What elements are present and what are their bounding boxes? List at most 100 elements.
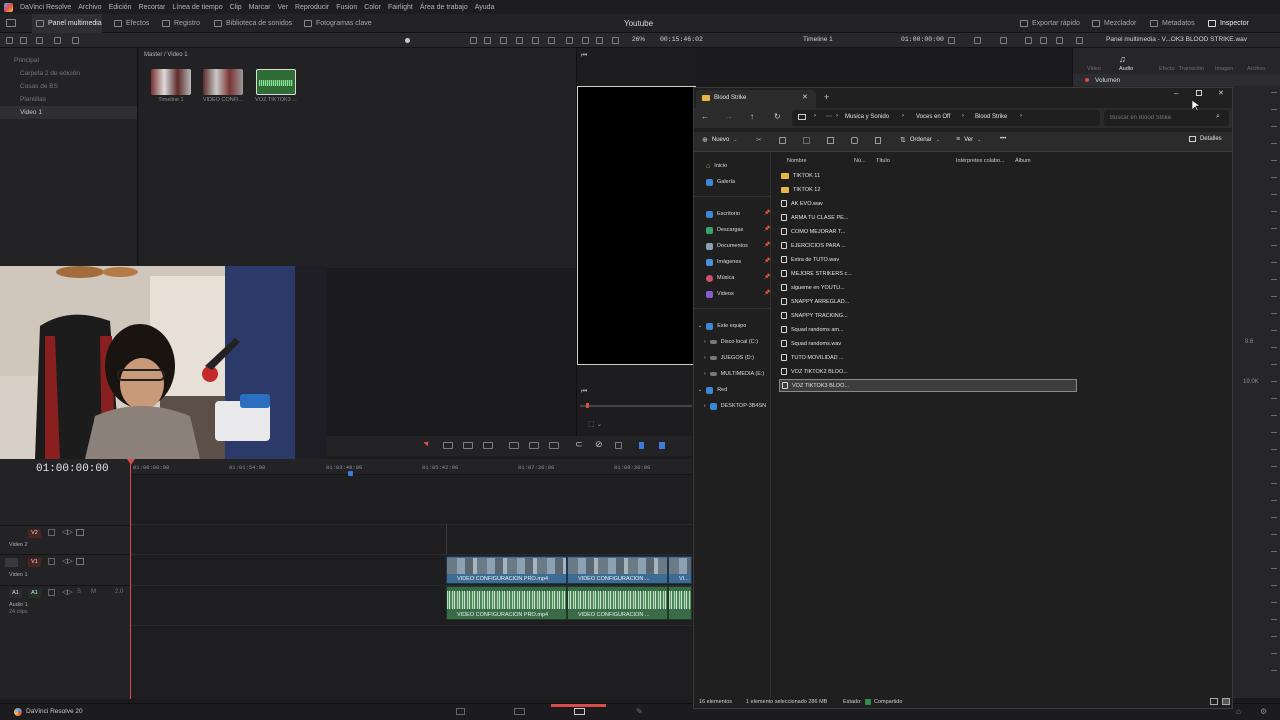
breadcrumb-blood-strike[interactable]: Blood Strike [975,114,1007,120]
link-icon[interactable] [72,37,79,44]
fullscreen-icon[interactable] [1056,37,1063,44]
file-row[interactable]: TUTO MOVILIDAD ... [779,351,1077,364]
audio-meter-icon[interactable] [1000,37,1007,44]
pin-icon[interactable]: 📌 [764,210,770,216]
file-row[interactable]: Squad randoms am... [779,323,1077,336]
video-clip[interactable]: VI... [668,556,692,584]
media-pool-button[interactable]: Panel multimedia [36,14,102,33]
menu-fusion[interactable]: Fusion [336,4,357,11]
viewer-transform-icon[interactable]: ⬚ ⌄ [588,420,602,428]
video-clip[interactable]: VIDEO CONFIGURACION ... [567,556,668,584]
sidebar-item-multimedia-e[interactable]: › MULTIMEDIA (E:) [704,368,764,380]
menu-linea-de-tiempo[interactable]: Línea de tiempo [172,4,222,11]
pin-icon[interactable]: 📌 [764,258,770,264]
tab-transicion[interactable]: Transición [1179,66,1204,72]
back-arrow-icon[interactable]: ← [701,112,709,121]
lock-icon[interactable] [48,589,55,596]
bin-plantillas[interactable]: Plantillas [0,93,137,106]
viewer-mode-icon[interactable] [612,37,619,44]
pin-icon[interactable]: 📌 [764,242,770,248]
viewer-option-icon[interactable] [948,37,955,44]
new-tab-button[interactable]: + [824,92,829,102]
file-row[interactable]: VOZ TIKTOK2 BLOO... [779,365,1077,378]
sort-icon[interactable] [36,37,43,44]
column-header-interpretes[interactable]: Intérpretes colabo... [956,158,1005,164]
folder-row[interactable]: TIKTOK 12 [779,183,1077,196]
settings-icon[interactable]: ⚙ [1260,707,1267,716]
delete-icon[interactable] [875,137,881,144]
refresh-icon[interactable]: ↻ [774,112,781,121]
video-clip[interactable]: VIDEO CONFIGURACION PRO.mp4 [446,556,567,584]
clip-thumb-video-config[interactable] [203,69,243,95]
menu-color[interactable]: Color [364,4,381,11]
cut-icon[interactable]: ✂ [756,136,762,144]
menu-edicion[interactable]: Edición [109,4,132,11]
sidebar-item-red[interactable]: ⌄ Red [698,384,727,396]
audio-clip[interactable] [668,586,692,620]
bin-list-icon[interactable] [6,37,13,44]
mute-button[interactable]: M [91,589,96,595]
video-output-icon[interactable] [76,558,84,565]
file-row[interactable]: MEJORE STRIKERS c... [779,267,1077,280]
breadcrumb-voces[interactable]: Voces en Off [916,114,950,120]
media-page-icon[interactable] [456,708,465,715]
sidebar-item-disco-c[interactable]: › Disco local (C:) [704,336,758,348]
tab-video[interactable]: Video [1087,66,1101,72]
thumbnail-size-slider[interactable] [405,38,410,43]
timeline-ruler[interactable] [131,459,692,475]
lock-icon[interactable] [48,558,55,565]
marker-icon[interactable] [659,442,665,449]
viewer-prev-icon[interactable]: ⏮ [581,52,587,60]
file-row[interactable]: VOZ TIKTOK3 BLOO... [779,379,1077,392]
solo-button[interactable]: S [77,589,81,595]
fusion-page-icon[interactable]: ✎ [636,707,643,716]
file-row[interactable]: AK EVO.wav [779,197,1077,210]
file-row[interactable]: ARMA TU CLASE PE... [779,211,1077,224]
sidebar-item-descargas[interactable]: Descargas [706,224,743,236]
section-enabled-icon[interactable] [1085,78,1089,82]
thumbnail-view-icon[interactable] [484,37,491,44]
minimize-button[interactable]: – [1174,89,1178,98]
options-icon[interactable] [532,37,539,44]
sound-library-button[interactable]: Biblioteca de sonidos [214,14,292,33]
viewer-playhead[interactable] [586,403,589,408]
search-input[interactable] [1110,112,1210,124]
file-row[interactable]: SNAPPY TRACKING... [779,309,1077,322]
column-header-titulo[interactable]: Título [876,158,890,164]
auto-select-icon[interactable]: ◁▷ [62,557,73,565]
file-row[interactable]: EJERCICIOS PARA ... [779,239,1077,252]
copy-icon[interactable] [779,137,786,144]
edit-page-icon[interactable] [574,708,585,715]
lock-icon[interactable] [48,529,55,536]
layout-dual-icon[interactable] [1040,37,1047,44]
pin-icon[interactable]: 📌 [764,290,770,296]
pin-icon[interactable]: 📌 [764,274,770,280]
column-header-nombre[interactable]: Nombre [787,158,807,164]
maximize-button[interactable] [1196,90,1202,96]
insert-clip-icon[interactable] [509,442,519,449]
search-box[interactable]: ⌕ [1104,110,1229,126]
tab-imagen[interactable]: Imagen [1215,66,1233,72]
dynamic-trim-icon[interactable] [463,442,473,449]
auto-select-icon[interactable]: ◁▷ [62,528,73,536]
blade-tool-icon[interactable] [483,442,493,449]
keyframes-button[interactable]: Fotogramas clave [304,14,372,33]
breadcrumb-musica[interactable]: Musica y Sonido [845,114,889,120]
timeline-marker[interactable] [348,471,353,476]
viewer-prev-frame-icon[interactable]: ⏮ [581,388,587,396]
track-tag-v1[interactable]: V1 [28,558,41,567]
view-button[interactable]: ≡ Ver ⌄ [956,136,981,143]
layout-single-icon[interactable] [1025,37,1032,44]
tab-archivo[interactable]: Archivo [1247,66,1265,72]
auto-select-icon[interactable]: ◁▷ [62,588,73,596]
bin-carpeta-2[interactable]: Carpeta 2 de edición [0,67,137,80]
sync-icon[interactable] [54,37,61,44]
timeline-playhead[interactable] [130,459,131,699]
trim-tool-icon[interactable] [443,442,453,449]
menu-archivo[interactable]: Archivo [78,4,101,11]
dual-viewer-icon[interactable] [596,37,603,44]
position-lock-icon[interactable] [615,442,622,449]
menu-ver[interactable]: Ver [277,4,288,11]
snapping-icon[interactable]: ⊂ [575,439,583,450]
keyframe-column[interactable] [1271,78,1277,678]
